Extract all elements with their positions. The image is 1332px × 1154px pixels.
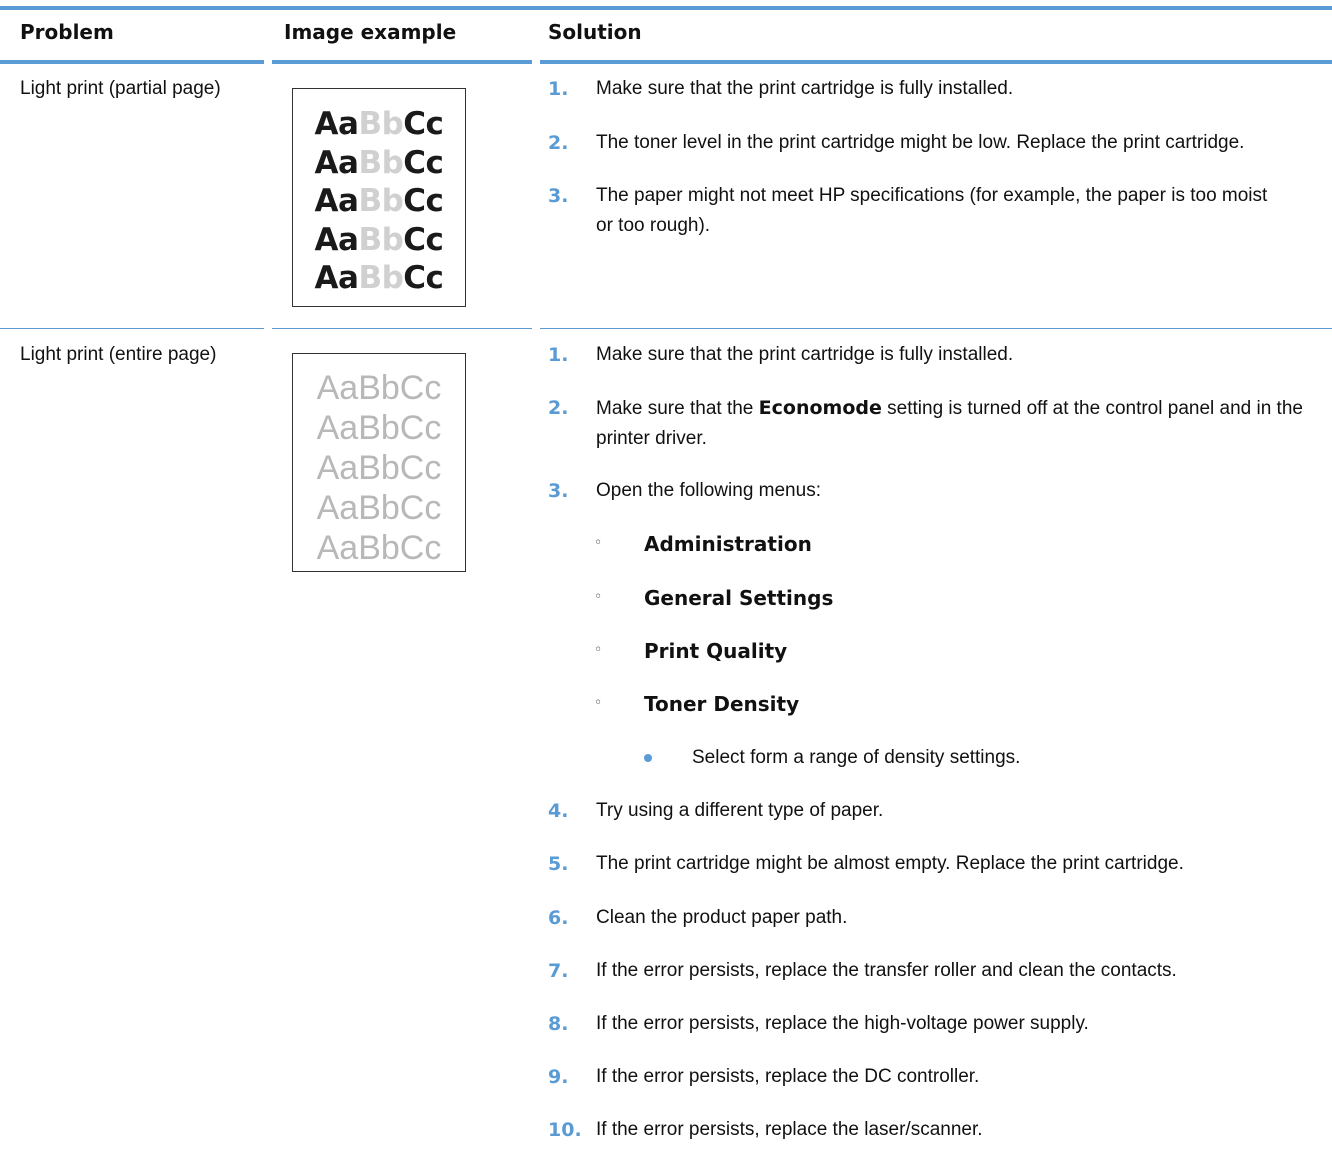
- solution-step: 1. Make sure that the print cartridge is…: [548, 78, 1014, 100]
- sample-line: AaBbCc: [314, 106, 444, 142]
- menu-item-general-settings: ◦ General Settings: [594, 586, 834, 610]
- circle-bullet-icon: ◦: [594, 642, 603, 658]
- header-solution: Solution: [548, 20, 642, 44]
- sub-bullet-item: Select form a range of density settings.: [548, 743, 1020, 773]
- solution-step: 5. The print cartridge might be almost e…: [548, 853, 1184, 875]
- row-divider: [540, 328, 1332, 329]
- header-rule: [0, 60, 264, 64]
- header-image-example: Image example: [284, 20, 457, 44]
- sample-line: AaBbCc: [314, 183, 444, 219]
- circle-bullet-icon: ◦: [594, 535, 603, 551]
- bullet-dot-icon: [644, 754, 652, 762]
- sample-image-entire: AaBbCc AaBbCc AaBbCc AaBbCc AaBbCc: [292, 353, 466, 572]
- header-rule: [272, 60, 532, 64]
- table-top-rule: [0, 6, 1332, 10]
- economode-setting: Economode: [758, 397, 882, 419]
- solution-step: 2. Make sure that the Economode setting …: [548, 397, 1303, 449]
- sample-line: AaBbCc: [316, 529, 442, 567]
- solution-step: 6. Clean the product paper path.: [548, 907, 848, 929]
- sample-line: AaBbCc: [316, 489, 442, 527]
- solution-step: 7. If the error persists, replace the tr…: [548, 960, 1177, 982]
- sample-line: AaBbCc: [314, 260, 444, 296]
- sample-line: AaBbCc: [314, 221, 444, 258]
- sample-line: AaBbCc: [316, 369, 442, 407]
- solution-step: 4. Try using a different type of paper.: [548, 800, 884, 822]
- circle-bullet-icon: ◦: [594, 589, 603, 605]
- solution-step: 3. The paper might not meet HP specifica…: [548, 185, 1268, 236]
- solution-step: 2. The toner level in the print cartridg…: [548, 132, 1245, 154]
- row-divider: [272, 328, 532, 329]
- menu-item-print-quality: ◦ Print Quality: [594, 639, 788, 663]
- menu-item-toner-density: ◦ Toner Density: [594, 692, 800, 716]
- sample-line: AaBbCc: [316, 409, 442, 447]
- sample-image-partial: AaBbCc AaBbCc AaBbCc AaBbCc AaBbCc: [292, 88, 466, 307]
- problem-cell: Light print (partial page): [20, 78, 221, 99]
- header-problem: Problem: [20, 20, 114, 44]
- sample-line: AaBbCc: [316, 449, 442, 487]
- sample-line: AaBbCc: [314, 144, 444, 181]
- solution-step: 3. Open the following menus:: [548, 480, 821, 502]
- header-rule: [540, 60, 1332, 64]
- solution-step: 8. If the error persists, replace the hi…: [548, 1013, 1089, 1035]
- solution-step: 10. If the error persists, replace the l…: [548, 1119, 983, 1141]
- solution-step: 9. If the error persists, replace the DC…: [548, 1066, 980, 1088]
- row-divider: [0, 328, 264, 329]
- problem-cell: Light print (entire page): [20, 344, 217, 365]
- menu-item-administration: ◦ Administration: [594, 532, 812, 556]
- circle-bullet-icon: ◦: [594, 695, 603, 711]
- solution-step: 1. Make sure that the print cartridge is…: [548, 344, 1014, 366]
